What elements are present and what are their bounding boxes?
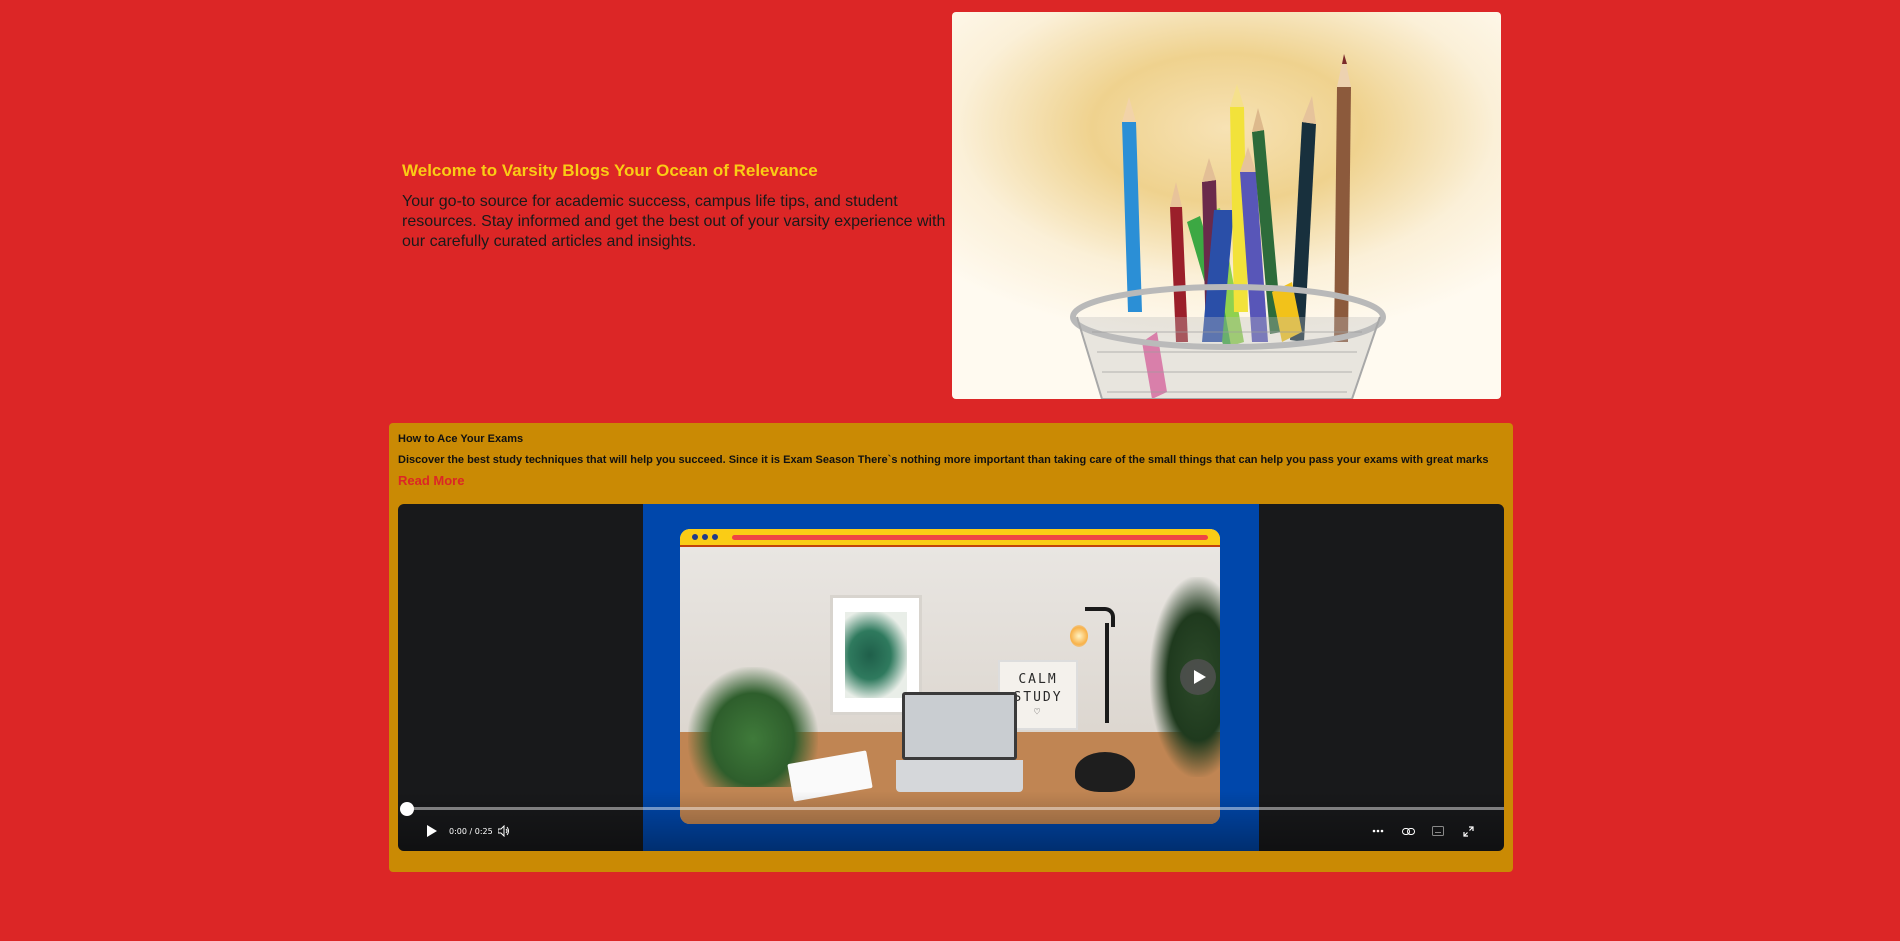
sign-heart: ♡	[1033, 707, 1043, 718]
hero-text: Welcome to Varsity Blogs Your Ocean of R…	[402, 160, 947, 252]
more-options-button[interactable]	[1369, 822, 1387, 840]
laptop	[896, 692, 1023, 792]
volume-icon	[498, 825, 509, 837]
sign-line-2: STUDY	[1013, 690, 1063, 705]
video-player[interactable]: CALM STUDY ♡ 0:00 / 0:25	[398, 504, 1504, 851]
study-desk-scene: CALM STUDY ♡	[680, 547, 1220, 824]
progress-bar[interactable]	[406, 807, 1504, 810]
play-button[interactable]	[423, 822, 441, 840]
link-button[interactable]	[1399, 822, 1417, 840]
video-thumbnail: CALM STUDY ♡	[680, 529, 1220, 824]
read-more-link[interactable]: Read More	[398, 473, 464, 489]
fullscreen-icon	[1462, 825, 1474, 837]
hero-title: Welcome to Varsity Blogs Your Ocean of R…	[402, 161, 818, 180]
desk-lamp	[1075, 607, 1115, 737]
progress-thumb[interactable]	[400, 802, 414, 816]
link-icon	[1401, 827, 1415, 835]
fullscreen-button[interactable]	[1459, 822, 1477, 840]
browser-bar	[680, 529, 1220, 547]
article-description: Discover the best study techniques that …	[398, 454, 1489, 466]
article-card: How to Ace Your Exams Discover the best …	[389, 423, 1513, 872]
time-display: 0:00 / 0:25	[449, 827, 493, 836]
captions-button[interactable]	[1429, 822, 1447, 840]
more-options-icon	[1372, 829, 1384, 833]
article-title: How to Ace Your Exams	[398, 433, 524, 445]
play-icon	[427, 825, 437, 837]
big-play-button[interactable]	[1180, 659, 1216, 695]
play-icon	[1193, 670, 1206, 684]
hero-description: Your go-to source for academic success, …	[402, 193, 946, 250]
hero-image-colored-pencils	[952, 12, 1501, 399]
colored-pencils-illustration	[1070, 54, 1386, 399]
sign-line-1: CALM	[1018, 672, 1058, 687]
captions-icon	[1432, 826, 1444, 836]
teapot	[1075, 752, 1135, 792]
volume-button[interactable]	[495, 822, 513, 840]
